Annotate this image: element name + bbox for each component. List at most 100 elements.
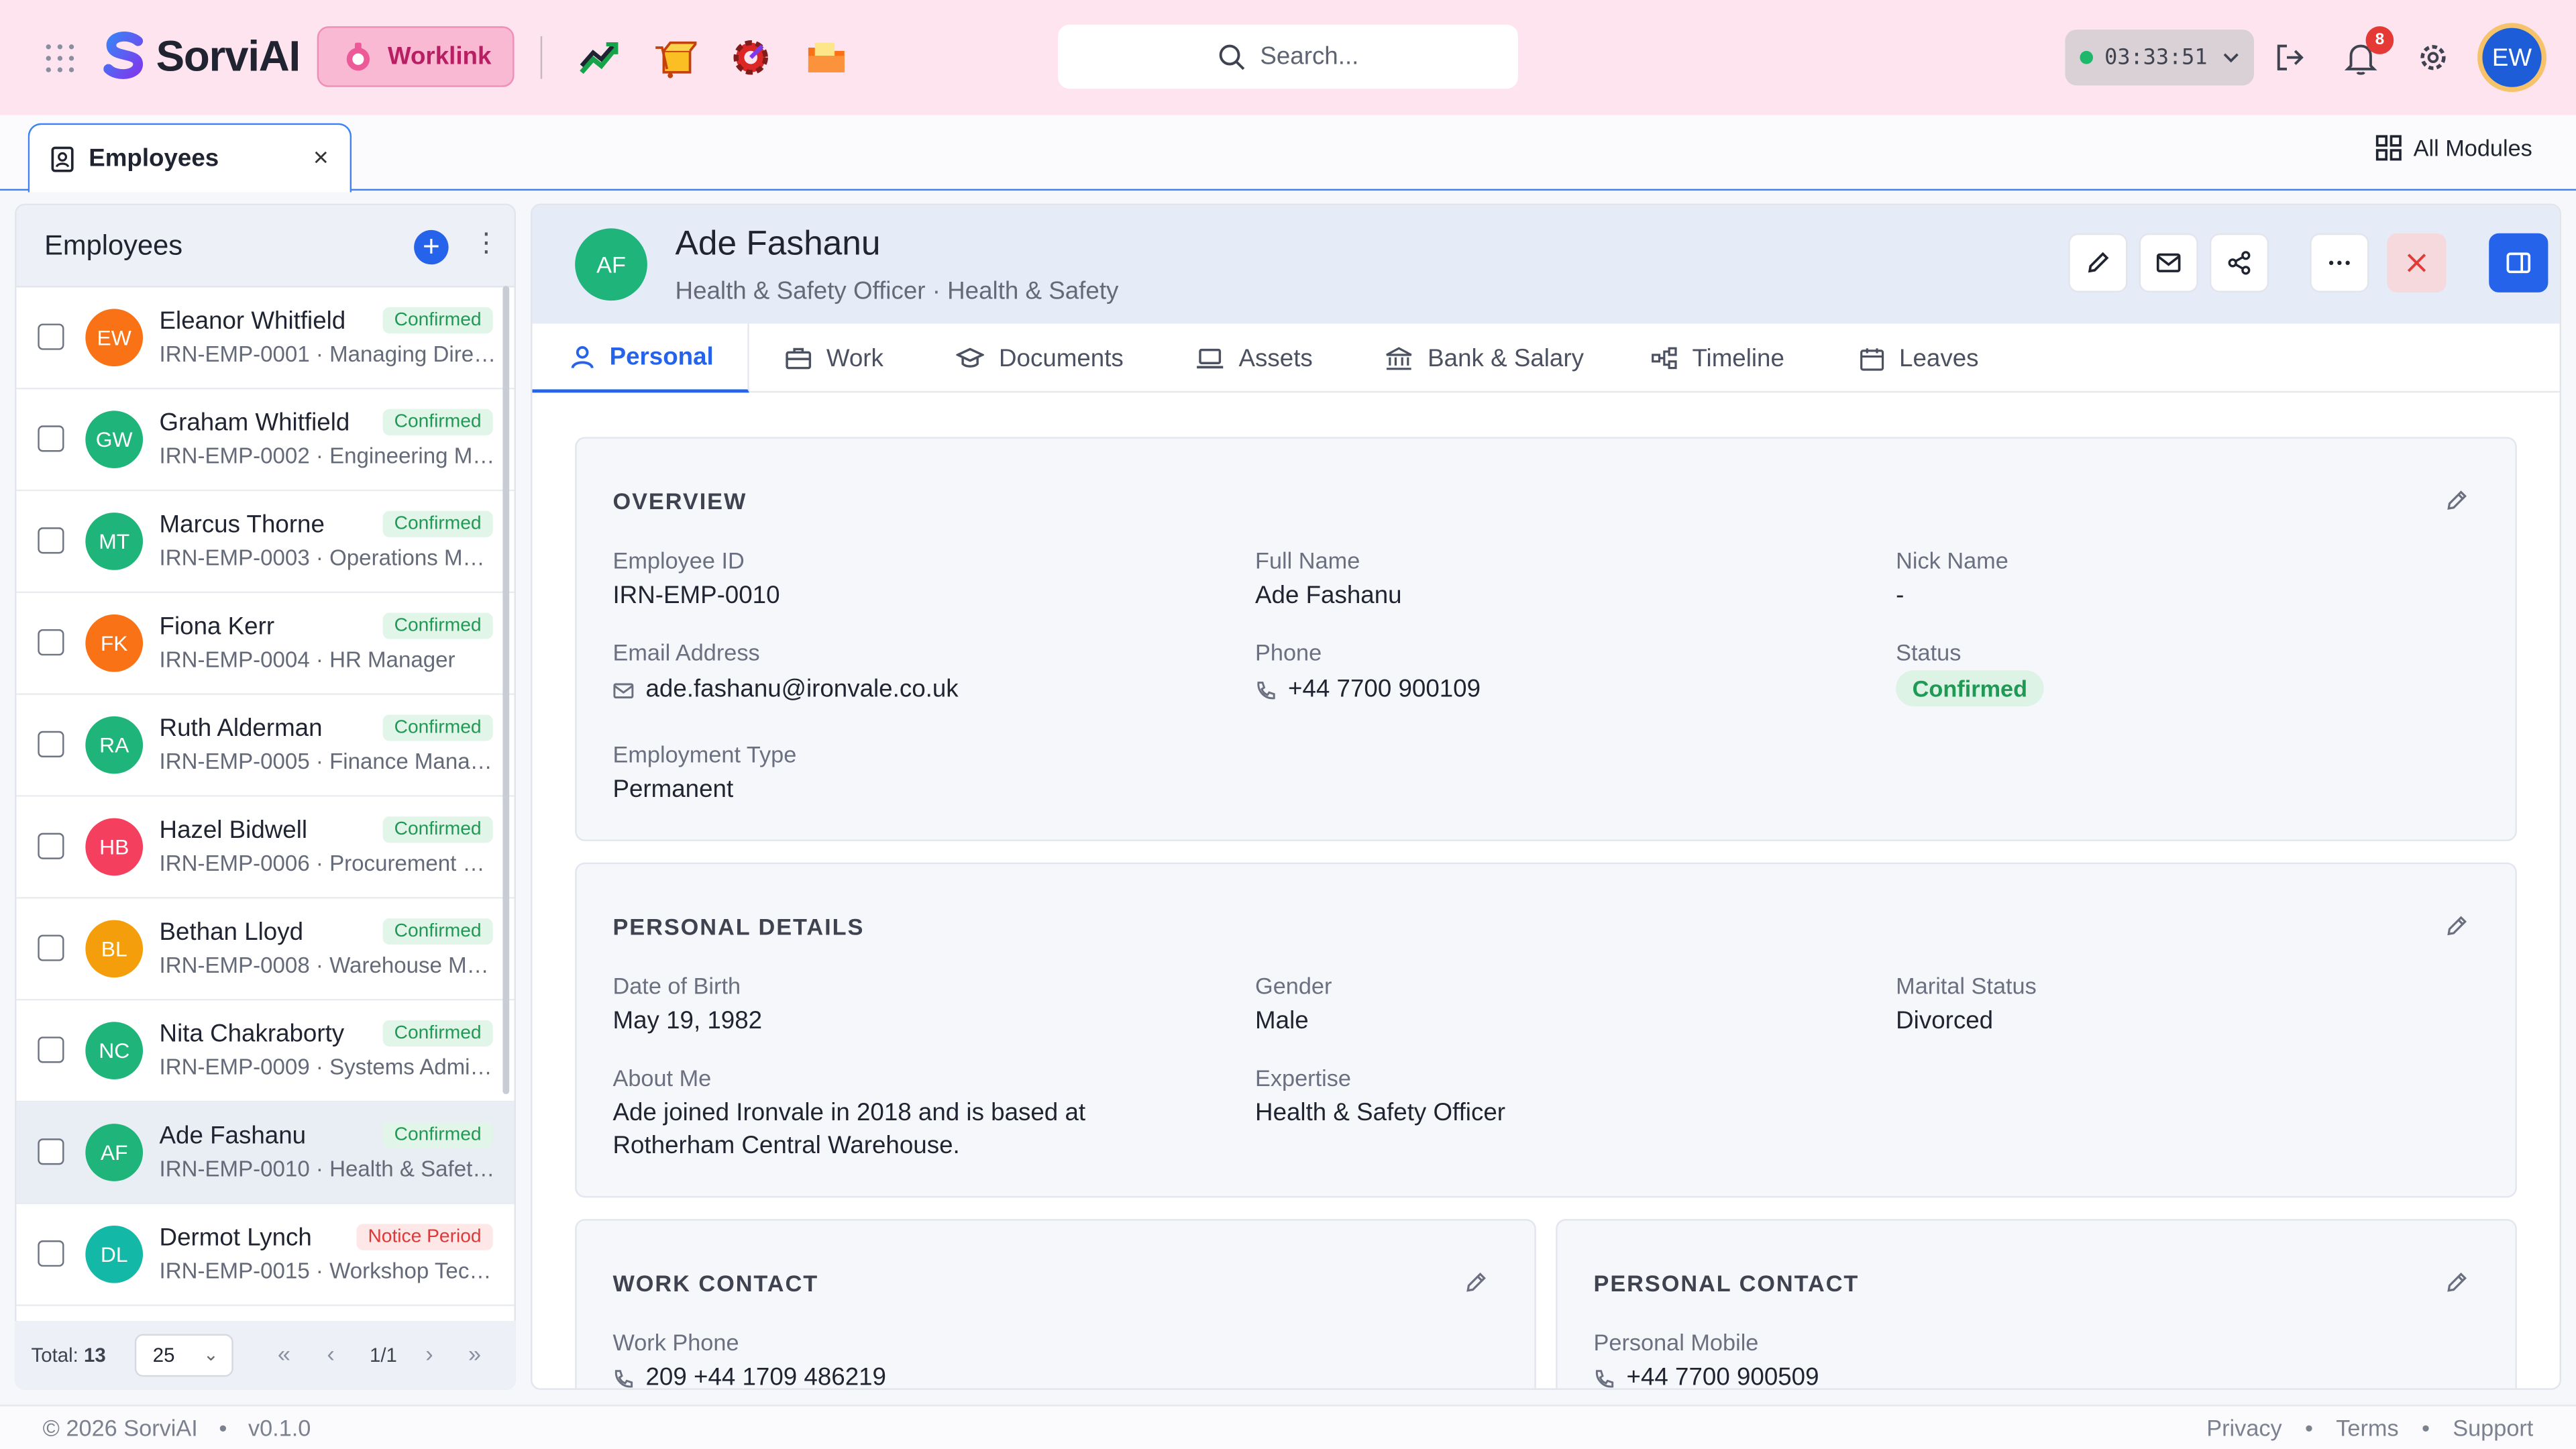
- full-name-value: Ade Fashanu: [1255, 581, 1402, 610]
- nick-name-value: -: [1896, 581, 1904, 610]
- edit-work-contact-icon[interactable]: [1464, 1270, 1489, 1295]
- tab-timeline[interactable]: Timeline: [1651, 323, 1784, 392]
- employee-list-item[interactable]: GW Graham Whitfield IRN-EMP-0002 · Enginee…: [16, 389, 515, 492]
- employee-avatar: EW: [85, 309, 144, 367]
- previous-page-icon[interactable]: ‹: [327, 1340, 334, 1366]
- personal-mobile-value[interactable]: +44 7700 900509: [1594, 1362, 1819, 1388]
- employee-subtitle: Health & Safety Officer · Health & Safet…: [675, 277, 1119, 306]
- edit-personal-details-icon[interactable]: [2445, 914, 2469, 938]
- privacy-link[interactable]: Privacy: [2206, 1415, 2282, 1441]
- row-checkbox[interactable]: [38, 323, 64, 350]
- employee-list-header: Employees + ⋮: [16, 205, 515, 288]
- tab-bank-salary[interactable]: Bank & Salary: [1385, 323, 1584, 392]
- row-checkbox[interactable]: [38, 527, 64, 554]
- user-avatar[interactable]: EW: [2477, 23, 2546, 93]
- work-phone-value[interactable]: 209 +44 1709 486219: [612, 1362, 886, 1388]
- chevron-down-icon: [2222, 53, 2238, 63]
- employee-list-item[interactable]: DL Dermot Lynch IRN-EMP-0015 · Workshop Te…: [16, 1204, 515, 1306]
- next-page-icon[interactable]: ›: [425, 1340, 433, 1366]
- close-tab-icon[interactable]: ×: [313, 145, 329, 174]
- files-module-icon[interactable]: [805, 36, 848, 79]
- row-checkbox[interactable]: [38, 731, 64, 757]
- email-value[interactable]: ade.fashanu@ironvale.co.uk: [612, 674, 959, 706]
- toggle-side-panel-button[interactable]: [2489, 233, 2548, 292]
- employee-list-item[interactable]: BL Bethan Lloyd IRN-EMP-0008 · Warehouse M…: [16, 898, 515, 1001]
- share-button[interactable]: [2209, 233, 2269, 292]
- tab-employees[interactable]: Employees ×: [28, 123, 352, 193]
- user-icon: [571, 345, 594, 368]
- edit-button[interactable]: [2068, 233, 2128, 292]
- email-label: Email Address: [612, 639, 760, 665]
- row-checkbox[interactable]: [38, 1036, 64, 1063]
- app-logo[interactable]: SorviAI: [99, 30, 301, 82]
- support-link[interactable]: Support: [2453, 1415, 2533, 1441]
- row-checkbox[interactable]: [38, 425, 64, 452]
- employee-list-item[interactable]: RA Ruth Alderman IRN-EMP-0005 · Finance Ma…: [16, 694, 515, 797]
- all-modules-button[interactable]: All Modules: [2375, 135, 2532, 161]
- tab-personal[interactable]: Personal: [532, 323, 749, 393]
- page-size-select[interactable]: 25 ⌄: [134, 1334, 233, 1377]
- global-search-input[interactable]: Search...: [1058, 24, 1518, 89]
- first-page-icon[interactable]: «: [278, 1340, 290, 1366]
- app-root: SorviAI Worklink Search... 03:33:51 8 EW…: [0, 0, 2576, 1449]
- employee-name: Marcus Thorne: [159, 511, 325, 539]
- row-checkbox[interactable]: [38, 833, 64, 859]
- dob-label: Date of Birth: [612, 972, 741, 999]
- tab-leaves[interactable]: Leaves: [1860, 323, 1979, 392]
- employee-list-item[interactable]: NC Nita Chakraborty IRN-EMP-0009 · Systems…: [16, 1000, 515, 1103]
- tab-documents[interactable]: Documents: [956, 323, 1124, 392]
- laptop-icon: [1197, 348, 1224, 369]
- employee-list-item[interactable]: HB Hazel Bidwell IRN-EMP-0006 · Procuremen…: [16, 796, 515, 899]
- bank-icon: [1386, 346, 1412, 370]
- row-checkbox[interactable]: [38, 1138, 64, 1165]
- tab-assets[interactable]: Assets: [1196, 323, 1313, 392]
- work-phone-label: Work Phone: [612, 1329, 739, 1356]
- edit-overview-icon[interactable]: [2445, 488, 2469, 513]
- gear-icon[interactable]: [2415, 40, 2451, 76]
- employee-id-role: IRN-EMP-0010 · Health & Safety Officer: [159, 1157, 496, 1181]
- more-vertical-icon[interactable]: ⋮: [473, 227, 499, 260]
- employment-type-value: Permanent: [612, 775, 734, 804]
- status-badge: Confirmed: [382, 918, 493, 945]
- status-badge: Confirmed: [382, 409, 493, 435]
- employee-list-scrollbar[interactable]: [502, 286, 510, 1095]
- employee-list-item[interactable]: MT Marcus Thorne IRN-EMP-0003 · Operations…: [16, 491, 515, 594]
- clock-timer[interactable]: 03:33:51: [2065, 30, 2255, 86]
- analytics-module-icon[interactable]: [578, 36, 621, 79]
- row-checkbox[interactable]: [38, 629, 64, 656]
- terms-link[interactable]: Terms: [2336, 1415, 2398, 1441]
- more-actions-button[interactable]: [2310, 233, 2369, 292]
- employee-id-value: IRN-EMP-0010: [612, 581, 780, 610]
- work-contact-title: WORK CONTACT: [612, 1270, 819, 1297]
- employee-name: Eleanor Whitfield: [159, 307, 346, 335]
- detail-tabs: Personal Work Documents Assets Bank & Sa…: [532, 323, 2560, 393]
- mail-icon: [2156, 253, 2181, 272]
- email-button[interactable]: [2139, 233, 2198, 292]
- add-employee-button[interactable]: +: [414, 229, 449, 265]
- employee-list-item[interactable]: EW Eleanor Whitfield IRN-EMP-0001 · Managi…: [16, 287, 515, 390]
- employee-list-item[interactable]: AF Ade Fashanu IRN-EMP-0010 · Health & Saf…: [16, 1102, 515, 1205]
- edit-personal-contact-icon[interactable]: [2445, 1270, 2469, 1295]
- employee-avatar: DL: [85, 1225, 144, 1283]
- employee-list-item[interactable]: FK Fiona Kerr IRN-EMP-0004 · HR Manager Con…: [16, 593, 515, 695]
- page-indicator: 1/1: [370, 1344, 397, 1367]
- pagination-bar: Total: 13 25 ⌄ « ‹ 1/1 › »: [15, 1320, 516, 1390]
- sidebar-panel-icon: [2506, 252, 2531, 274]
- phone-label: Phone: [1255, 639, 1322, 665]
- app-launcher-icon[interactable]: [46, 44, 76, 74]
- last-page-icon[interactable]: »: [468, 1340, 481, 1366]
- employment-type-label: Employment Type: [612, 741, 797, 767]
- notification-count-badge: 8: [2365, 26, 2394, 54]
- row-checkbox[interactable]: [38, 934, 64, 961]
- phone-value[interactable]: +44 7700 900109: [1255, 674, 1481, 706]
- settings-module-icon[interactable]: [729, 36, 772, 79]
- personal-contact-title: PERSONAL CONTACT: [1593, 1270, 1860, 1297]
- logout-icon[interactable]: [2272, 40, 2308, 76]
- worklink-module-button[interactable]: Worklink: [317, 26, 515, 87]
- close-detail-button[interactable]: [2387, 233, 2447, 292]
- app-version: v0.1.0: [248, 1414, 311, 1441]
- more-horizontal-icon: [2328, 260, 2350, 266]
- inventory-module-icon[interactable]: [654, 36, 697, 79]
- tab-work[interactable]: Work: [786, 323, 883, 392]
- row-checkbox[interactable]: [38, 1240, 64, 1267]
